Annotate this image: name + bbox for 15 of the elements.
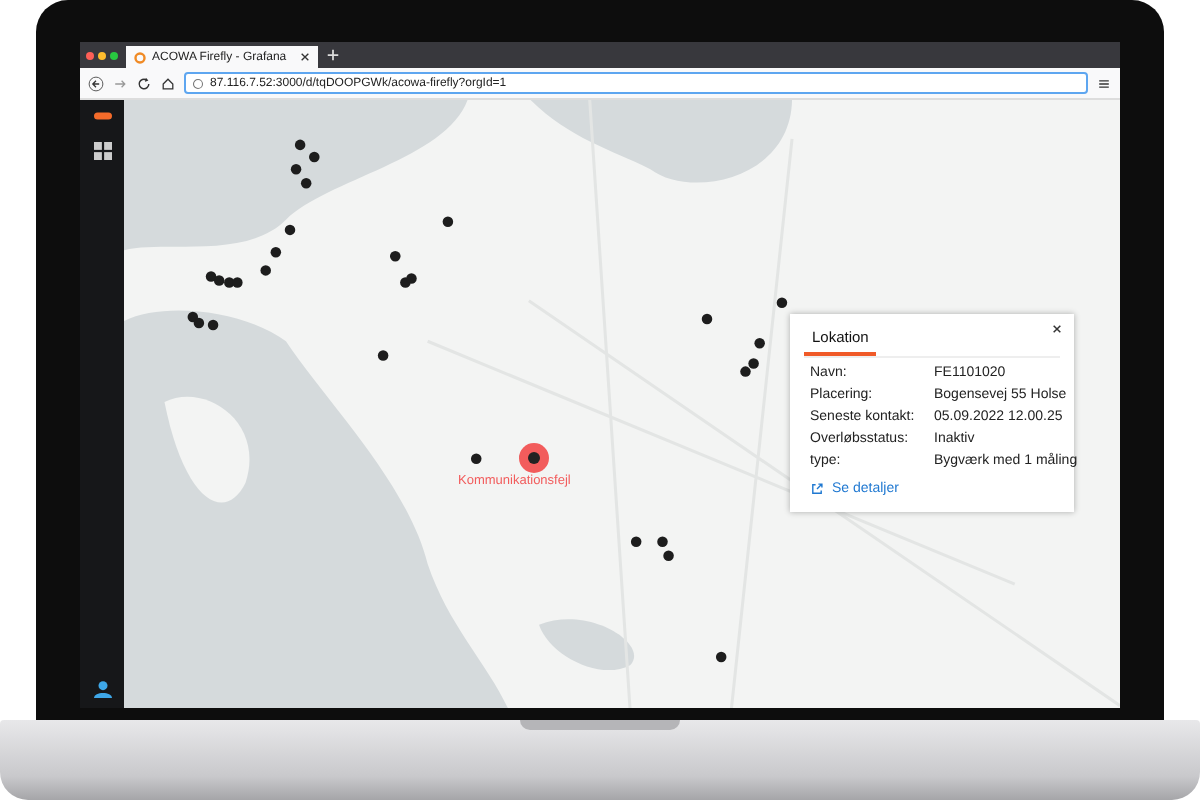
selected-marker-icon[interactable]	[518, 442, 550, 474]
window-controls-icon[interactable]	[86, 51, 118, 59]
user-icon[interactable]	[93, 680, 111, 698]
new-tab-icon[interactable]	[326, 48, 340, 62]
logo-icon[interactable]	[93, 110, 111, 122]
external-link-icon	[810, 482, 824, 496]
dashboard-icon[interactable]	[93, 142, 111, 160]
forward-icon[interactable]	[112, 75, 128, 91]
menu-icon[interactable]	[1096, 75, 1112, 91]
logo-icon	[134, 51, 146, 63]
home-icon[interactable]	[160, 75, 176, 91]
back-icon[interactable]	[88, 75, 104, 91]
close-icon[interactable]	[300, 52, 310, 62]
close-icon[interactable]	[1052, 324, 1062, 334]
reload-icon[interactable]	[136, 75, 152, 91]
